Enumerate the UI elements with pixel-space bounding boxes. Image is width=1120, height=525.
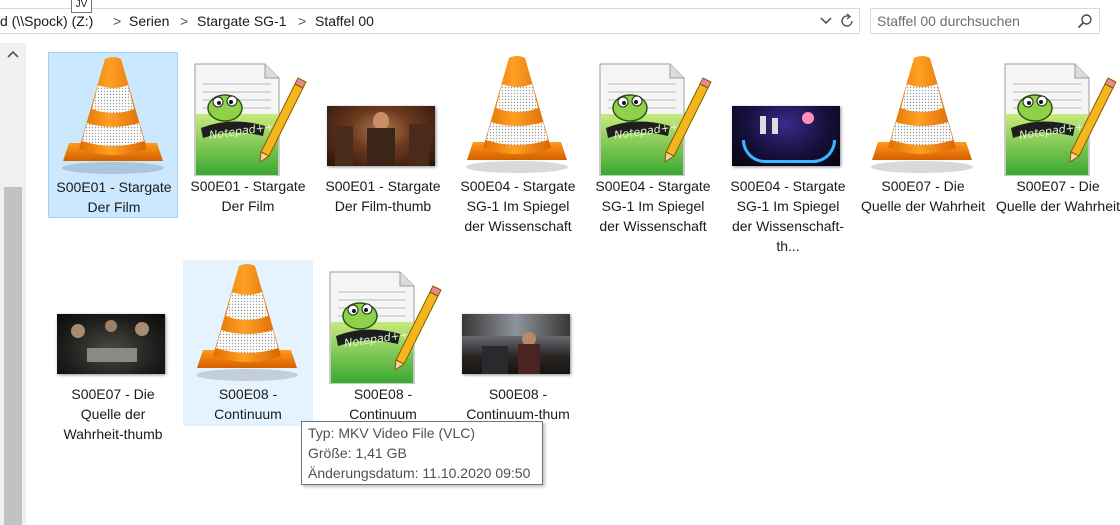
file-item[interactable]: S00E08 - Continuum [318,260,448,426]
image-thumbnail [723,52,853,176]
image-thumbnail [48,260,178,384]
notepadpp-file-icon [588,52,718,176]
notepadpp-file-icon [993,52,1120,176]
address-toolbar: d (\\Spock) (Z:) > Serien > Stargate SG-… [0,0,1120,43]
breadcrumb-stargate[interactable]: Stargate SG-1 [197,13,287,29]
file-item[interactable]: S00E04 - Stargate SG-1 Im Spiegel der Wi… [453,52,583,234]
file-item[interactable]: S00E01 - Stargate Der Film [48,52,178,218]
file-name: S00E08 - Continuum [349,386,417,422]
refresh-icon[interactable] [838,12,856,30]
notepadpp-file-icon [318,260,448,384]
address-bar[interactable]: d (\\Spock) (Z:) > Serien > Stargate SG-… [0,8,860,34]
file-name: S00E04 - Stargate SG-1 Im Spiegel der Wi… [730,178,846,254]
tooltip-type: Typ: MKV Video File (VLC) [308,425,476,441]
breadcrumb-separator[interactable]: > [113,13,121,29]
scroll-up-arrow-icon[interactable] [6,49,20,59]
vlc-cone-icon [183,260,313,384]
file-item[interactable]: S00E01 - Stargate Der Film [183,52,313,218]
scrollbar-thumb[interactable] [4,187,22,525]
file-item[interactable]: S00E07 - Die Quelle der Wahrheit [858,52,988,218]
search-box[interactable]: Staffel 00 durchsuchen [870,8,1100,34]
file-item[interactable]: S00E04 - Stargate SG-1 Im Spiegel der Wi… [588,52,718,234]
breadcrumb-serien[interactable]: Serien [129,13,169,29]
notepadpp-file-icon [183,52,313,176]
vlc-cone-icon [858,52,988,176]
vertical-scrollbar[interactable] [0,43,26,525]
tooltip-size: Größe: 1,41 GB [308,445,407,461]
file-name: S00E01 - Stargate Der Film-thumb [325,178,441,214]
file-name: S00E04 - Stargate SG-1 Im Spiegel der Wi… [595,178,711,234]
file-info-tooltip: Typ: MKV Video File (VLC) Größe: 1,41 GB… [301,421,543,485]
image-thumbnail [453,260,583,384]
search-icon[interactable] [1077,13,1093,29]
breadcrumb-separator[interactable]: > [180,13,188,29]
breadcrumb-separator[interactable]: > [298,13,306,29]
breadcrumb-drive[interactable]: d (\\Spock) (Z:) [0,13,93,29]
file-item[interactable]: S00E04 - Stargate SG-1 Im Spiegel der Wi… [723,52,853,254]
chevron-down-icon[interactable] [818,12,834,30]
breadcrumb-staffel[interactable]: Staffel 00 [315,13,374,29]
file-item[interactable]: S00E07 - Die Quelle der Wahrheit-thumb [48,260,178,442]
tooltip-modified: Änderungsdatum: 11.10.2020 09:50 [308,465,531,481]
file-name: S00E01 - Stargate Der Film [190,178,306,214]
file-item[interactable]: S00E08 - Continuum [183,260,313,426]
file-name: S00E07 - Die Quelle der Wahrheit [996,178,1120,214]
file-name: S00E08 - Continuum-thum [466,386,570,422]
overlay-tooltip: JV [71,0,92,13]
file-item[interactable]: S00E07 - Die Quelle der Wahrheit [993,52,1120,218]
search-placeholder[interactable]: Staffel 00 durchsuchen [877,13,1020,29]
file-name: S00E08 - Continuum [214,386,282,422]
vlc-cone-icon [453,52,583,176]
file-name: S00E07 - Die Quelle der Wahrheit-thumb [63,386,163,442]
file-name: S00E04 - Stargate SG-1 Im Spiegel der Wi… [460,178,576,234]
file-item[interactable]: S00E01 - Stargate Der Film-thumb [318,52,448,218]
file-item[interactable]: S00E08 - Continuum-thum [453,260,583,426]
vlc-cone-icon [49,53,179,177]
image-thumbnail [318,52,448,176]
file-name: S00E07 - Die Quelle der Wahrheit [861,178,985,214]
file-name: S00E01 - Stargate Der Film [56,179,172,215]
